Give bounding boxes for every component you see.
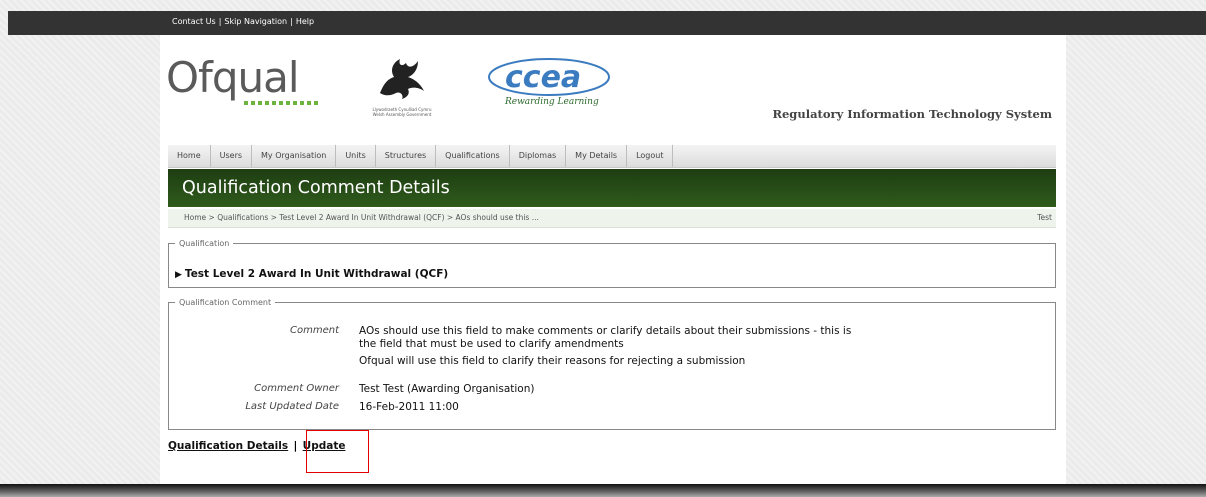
- comment-label: Comment: [290, 325, 339, 336]
- nav-diplomas[interactable]: Diplomas: [510, 145, 567, 167]
- qualification-details-link[interactable]: Qualification Details: [168, 440, 288, 452]
- footer-band: [0, 484, 1206, 497]
- current-user: Test: [1037, 213, 1052, 222]
- last-updated-label: Last Updated Date: [245, 401, 339, 412]
- nav-my-organisation[interactable]: My Organisation: [252, 145, 337, 167]
- link-separator: |: [293, 440, 298, 452]
- page-container: Ofqual Llywodraeth Cynulliad Cymru Welsh…: [160, 35, 1066, 485]
- comment-owner-value: Test Test (Awarding Organisation): [359, 383, 535, 395]
- main-nav: Home Users My Organisation Units Structu…: [168, 145, 1056, 168]
- qualification-comment-fieldset: Qualification Comment Comment AOs should…: [168, 298, 1056, 430]
- qualification-legend: Qualification: [179, 239, 230, 248]
- nav-structures[interactable]: Structures: [376, 145, 437, 167]
- comment-value: AOs should use this field to make commen…: [359, 325, 852, 367]
- help-link[interactable]: Help: [296, 17, 314, 26]
- skip-navigation-link[interactable]: Skip Navigation: [224, 17, 287, 26]
- nav-qualifications[interactable]: Qualifications: [436, 145, 510, 167]
- breadcrumb-bar: Home > Qualifications > Test Level 2 Awa…: [168, 209, 1056, 228]
- breadcrumb[interactable]: Home > Qualifications > Test Level 2 Awa…: [184, 213, 539, 222]
- ccea-logo: ccea Rewarding Learning: [485, 55, 615, 107]
- page-title: Qualification Comment Details: [182, 178, 450, 198]
- update-highlight-box: [306, 430, 369, 473]
- top-links: Contact Us | Skip Navigation | Help: [172, 17, 315, 26]
- contact-us-link[interactable]: Contact Us: [172, 17, 216, 26]
- system-title: Regulatory Information Technology System: [772, 107, 1052, 121]
- last-updated-row: Last Updated Date 16-Feb-2011 11:00: [169, 401, 1049, 415]
- svg-text:ccea: ccea: [505, 60, 581, 95]
- welsh-assembly-logo: Llywodraeth Cynulliad Cymru Welsh Assemb…: [367, 53, 437, 117]
- ccea-wordmark: ccea: [488, 58, 610, 96]
- comment-row: Comment AOs should use this field to mak…: [169, 325, 1049, 367]
- nav-my-details[interactable]: My Details: [566, 145, 628, 167]
- top-utility-bar: Contact Us | Skip Navigation | Help: [8, 11, 1206, 35]
- dragon-icon: [380, 59, 424, 99]
- comment-owner-row: Comment Owner Test Test (Awarding Organi…: [169, 383, 1049, 397]
- qualification-comment-legend: Qualification Comment: [179, 298, 272, 307]
- nav-logout[interactable]: Logout: [627, 145, 674, 167]
- nav-home[interactable]: Home: [168, 145, 211, 167]
- nav-users[interactable]: Users: [211, 145, 253, 167]
- comment-owner-label: Comment Owner: [254, 383, 339, 394]
- qualification-name[interactable]: ▶ Test Level 2 Award In Unit Withdrawal (…: [175, 268, 448, 280]
- nav-units[interactable]: Units: [336, 145, 376, 167]
- ofqual-logo: Ofqual: [166, 57, 318, 105]
- qualification-fieldset: Qualification ▶ Test Level 2 Award In Uni…: [168, 239, 1056, 288]
- last-updated-value: 16-Feb-2011 11:00: [359, 401, 459, 413]
- page-title-bar: Qualification Comment Details: [168, 169, 1056, 207]
- expand-triangle-icon[interactable]: ▶: [175, 270, 182, 280]
